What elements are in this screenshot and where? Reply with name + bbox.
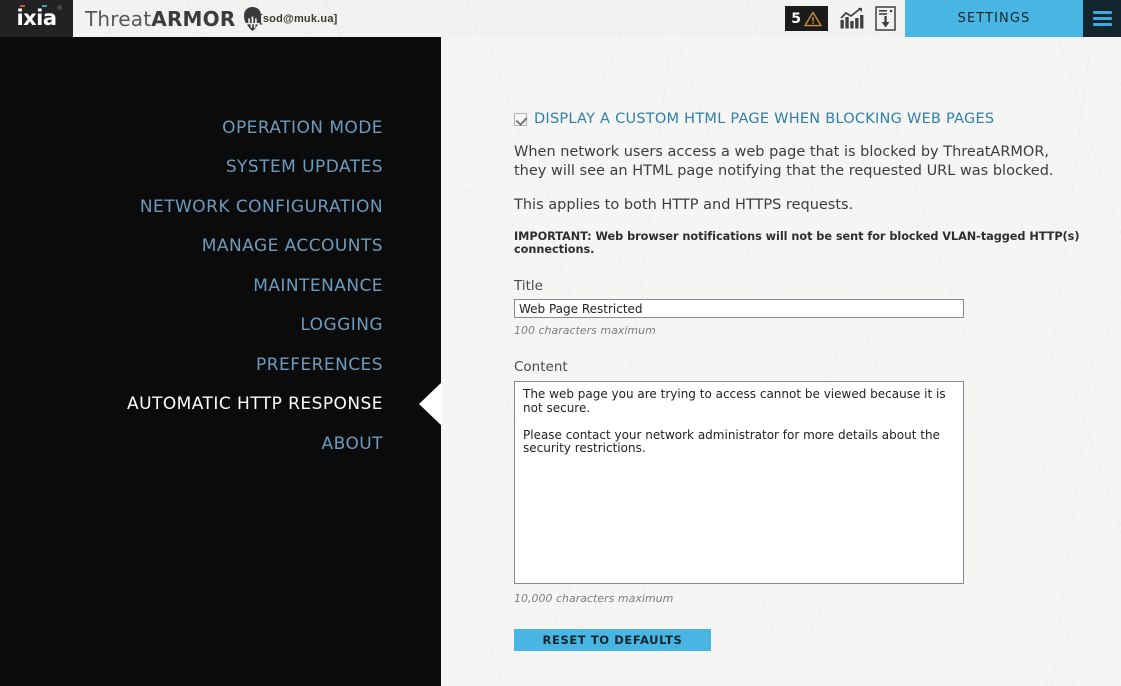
alert-count: 5 — [791, 10, 801, 27]
sidebar-item-label: MAINTENANCE — [253, 275, 383, 296]
sidebar-item-network-configuration[interactable]: NETWORK CONFIGURATION — [0, 187, 441, 227]
sidebar-item-logging[interactable]: LOGGING — [0, 306, 441, 346]
product-name-bold: ARMOR — [151, 6, 236, 31]
logo-dot-teal — [42, 4, 48, 7]
sidebar-item-label: PREFERENCES — [256, 354, 383, 375]
title-field-label: Title — [514, 278, 543, 294]
hamburger-menu-icon[interactable] — [1083, 0, 1121, 37]
registered-mark: ® — [56, 4, 63, 12]
description-paragraph-1: When network users access a web page tha… — [514, 144, 1054, 179]
display-custom-html-label: DISPLAY A CUSTOM HTML PAGE WHEN BLOCKING… — [534, 111, 995, 127]
header-actions: 5 SETTINGS — [785, 0, 1121, 37]
application-window: ixia ® ThreatARMOR [sod@muk.ua] 5 SETTIN… — [0, 0, 1121, 686]
sidebar-item-manage-accounts[interactable]: MANAGE ACCOUNTS — [0, 227, 441, 267]
content-hint: 10,000 characters maximum — [514, 592, 674, 605]
warning-triangle-icon — [804, 11, 822, 26]
checkbox-checked-icon[interactable] — [514, 112, 527, 126]
top-header-bar: ixia ® ThreatARMOR [sod@muk.ua] 5 SETTIN… — [0, 0, 1121, 37]
settings-sidebar: OPERATION MODE SYSTEM UPDATES NETWORK CO… — [0, 37, 441, 686]
sidebar-item-preferences[interactable]: PREFERENCES — [0, 345, 441, 385]
title-hint: 100 characters maximum — [514, 324, 656, 337]
logo-dot-red — [20, 4, 26, 7]
title-input[interactable] — [514, 299, 964, 318]
sidebar-item-label: OPERATION MODE — [222, 117, 383, 138]
ixia-logo[interactable]: ixia ® — [0, 0, 73, 37]
menu-bar — [1092, 17, 1112, 20]
alert-badge[interactable]: 5 — [785, 6, 828, 31]
sidebar-item-label: LOGGING — [300, 315, 383, 336]
main-content-panel: DISPLAY A CUSTOM HTML PAGE WHEN BLOCKING… — [441, 37, 1121, 686]
content-field-label: Content — [514, 359, 568, 375]
sidebar-item-label: MANAGE ACCOUNTS — [201, 236, 383, 257]
settings-button[interactable]: SETTINGS — [905, 0, 1083, 37]
sidebar-item-automatic-http-response[interactable]: AUTOMATIC HTTP RESPONSE — [0, 385, 441, 425]
current-user-id: [sod@muk.ua] — [259, 12, 338, 25]
menu-bar — [1092, 23, 1112, 26]
sidebar-item-operation-mode[interactable]: OPERATION MODE — [0, 108, 441, 148]
automatic-http-response-form: DISPLAY A CUSTOM HTML PAGE WHEN BLOCKING… — [441, 37, 1121, 686]
sidebar-item-system-updates[interactable]: SYSTEM UPDATES — [0, 148, 441, 188]
logo-text: ixia — [16, 5, 57, 30]
sidebar-nav-list: OPERATION MODE SYSTEM UPDATES NETWORK CO… — [0, 108, 441, 464]
important-note: IMPORTANT: Web browser notifications wil… — [514, 230, 1080, 256]
sidebar-item-label: ABOUT — [321, 433, 383, 454]
description-paragraph-2: This applies to both HTTP and HTTPS requ… — [514, 197, 854, 213]
display-custom-html-checkbox-row[interactable]: DISPLAY A CUSTOM HTML PAGE WHEN BLOCKING… — [514, 111, 1121, 127]
reset-to-defaults-button[interactable]: RESET TO DEFAULTS — [514, 629, 711, 651]
sidebar-item-label: SYSTEM UPDATES — [225, 157, 383, 178]
product-name-light: Threat — [85, 6, 152, 31]
download-report-icon[interactable] — [871, 5, 899, 33]
product-name: ThreatARMOR — [85, 7, 235, 31]
sidebar-item-label: AUTOMATIC HTTP RESPONSE — [127, 394, 383, 415]
sidebar-item-label: NETWORK CONFIGURATION — [139, 196, 383, 217]
menu-bar — [1092, 11, 1112, 14]
product-brand: ThreatARMOR — [85, 0, 262, 37]
content-textarea[interactable] — [514, 381, 964, 584]
sidebar-item-maintenance[interactable]: MAINTENANCE — [0, 266, 441, 306]
bar-chart-icon[interactable] — [837, 5, 865, 33]
sidebar-item-about[interactable]: ABOUT — [0, 424, 441, 464]
